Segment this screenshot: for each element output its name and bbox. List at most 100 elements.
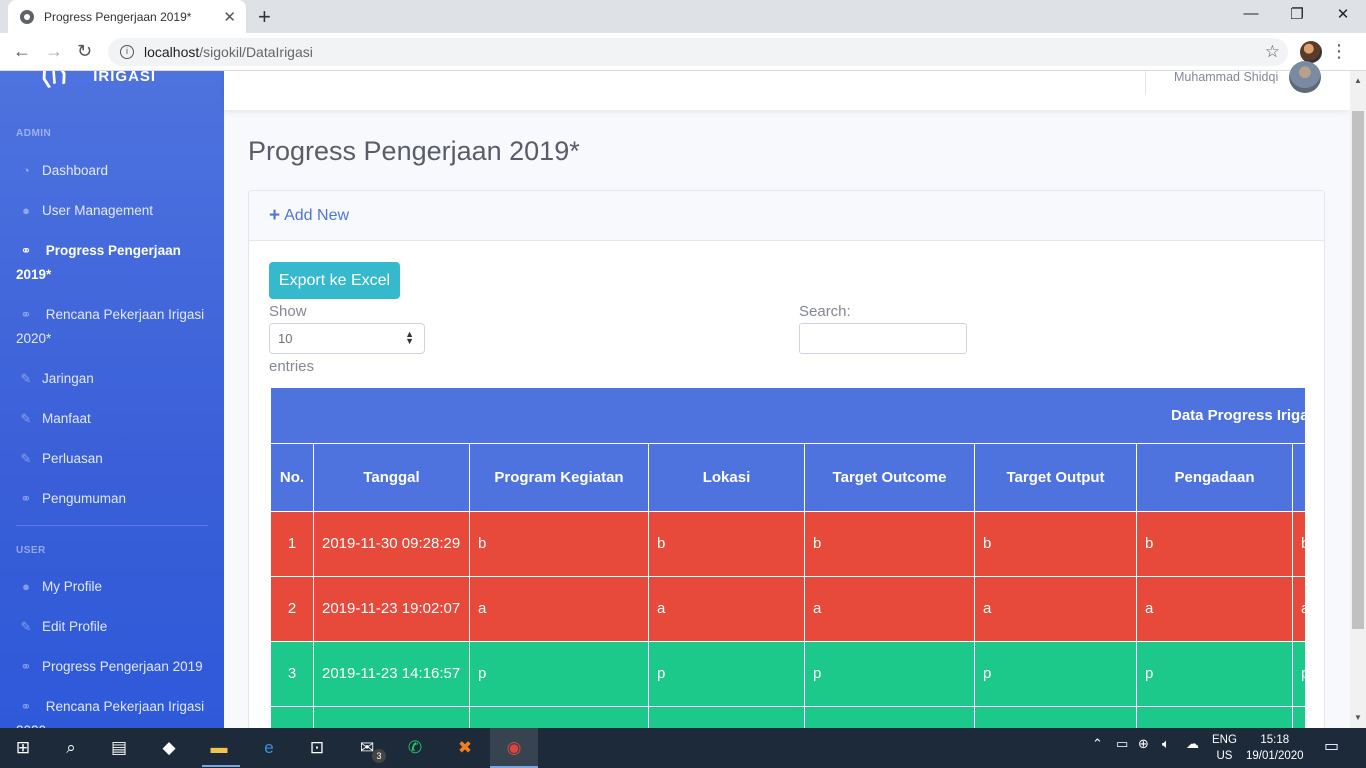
url-field[interactable]: i localhost/sigokil/DataIrigasi xyxy=(108,38,1288,66)
globe-icon xyxy=(20,9,34,24)
data-card: + Add New Export ke Excel Show 10 ▲ ▼ ent… xyxy=(248,190,1325,730)
new-tab-button[interactable]: + xyxy=(258,4,271,30)
cell-tanggal: 2019-11-25 xyxy=(313,706,470,729)
tray-chevron-icon[interactable]: ⌃ xyxy=(1092,736,1103,752)
notification-icon[interactable]: ▭ xyxy=(1324,736,1339,756)
sidebar-item-label: Dashboard xyxy=(42,163,109,178)
page-scrollbar[interactable]: ▲ ▼ xyxy=(1350,71,1366,728)
chrome-icon[interactable]: ◉ xyxy=(501,736,527,760)
table-row: 3 2019-11-23 14:16:57 p p p p p p xyxy=(270,641,1305,707)
sidebar-item-edit-profile[interactable]: ✎ Edit Profile xyxy=(16,615,211,639)
cell-program xyxy=(469,706,649,729)
app-icon[interactable]: ◆ xyxy=(156,736,182,760)
cell-no xyxy=(270,706,314,729)
column-header[interactable]: No. xyxy=(270,443,314,512)
network-icon[interactable]: ⊕ xyxy=(1138,736,1149,752)
sidebar-item-progress-2019-admin[interactable]: ⚭ Progress Pengerjaan 2019* xyxy=(16,239,211,287)
brand-logo-icon: ⟨/⟩ xyxy=(37,71,72,92)
dashboard-icon: ◔ xyxy=(22,163,30,178)
plus-icon[interactable]: + xyxy=(269,205,280,227)
tab-close-icon[interactable]: ✕ xyxy=(223,8,236,26)
handshake-icon: ⚭ xyxy=(20,699,32,714)
column-header[interactable]: Tanggal xyxy=(313,443,470,512)
add-new-link[interactable]: Add New xyxy=(284,207,349,225)
sidebar-item-progress-2019-user[interactable]: ⚭ Progress Pengerjaan 2019 xyxy=(16,655,211,679)
select-arrows-icon: ▲ ▼ xyxy=(405,329,414,346)
table-row: 1 2019-11-30 09:28:29 b b b b b b xyxy=(270,511,1305,577)
sidebar-item-label: My Profile xyxy=(42,579,103,594)
scroll-thumb[interactable] xyxy=(1352,111,1364,629)
user-avatar[interactable] xyxy=(1289,61,1321,93)
entries-select[interactable]: 10 ▲ ▼ xyxy=(269,323,425,354)
whatsapp-icon[interactable]: ✆ xyxy=(402,736,428,760)
sidebar-item-rencana-2020-admin[interactable]: ⚭ Rencana Pekerjaan Irigasi 2020* xyxy=(16,303,211,351)
cell-pengadaan: a xyxy=(1136,576,1293,642)
onedrive-icon[interactable]: ☁ xyxy=(1186,736,1199,752)
close-window-button[interactable]: ✕ xyxy=(1320,5,1366,23)
column-header[interactable]: Pengadaan xyxy=(1136,443,1293,512)
search-label: Search: xyxy=(799,303,851,320)
cell-outcome: p xyxy=(804,641,975,707)
back-button[interactable]: ← xyxy=(13,41,31,62)
reload-button[interactable]: ↻ xyxy=(77,41,92,62)
sidebar-item-dashboard[interactable]: ◔ Dashboard xyxy=(16,159,211,183)
sidebar-item-jaringan[interactable]: ✎ Jaringan xyxy=(16,367,211,391)
edit-icon: ✎ xyxy=(20,451,32,466)
language-indicator[interactable]: ENG US xyxy=(1212,732,1237,764)
column-header[interactable] xyxy=(1291,443,1305,512)
system-clock[interactable]: 15:18 19/01/2020 xyxy=(1246,732,1304,764)
sidebar-item-label: Jaringan xyxy=(42,371,94,386)
xampp-icon[interactable]: ✖ xyxy=(452,736,478,760)
clock-time: 15:18 xyxy=(1260,734,1290,746)
file-explorer-icon[interactable]: ▬ xyxy=(206,736,232,760)
sidebar-item-user-management[interactable]: ● User Management xyxy=(16,199,211,223)
search-icon[interactable]: ⌕ xyxy=(58,736,84,760)
task-view-icon[interactable]: ▤ xyxy=(106,736,132,760)
info-icon[interactable]: i xyxy=(120,45,134,59)
cell-outcome: a xyxy=(804,576,975,642)
store-icon[interactable]: ⊡ xyxy=(304,736,330,760)
browser-tab[interactable]: Progress Pengerjaan 2019* ✕ xyxy=(8,0,246,33)
bookmark-star-icon[interactable]: ☆ xyxy=(1265,42,1280,62)
column-header[interactable]: Program Kegiatan xyxy=(469,443,649,512)
cell-extra xyxy=(1291,706,1305,729)
battery-icon[interactable]: ▭ xyxy=(1116,736,1128,752)
sidebar-item-my-profile[interactable]: ● My Profile xyxy=(16,575,211,599)
scroll-up-icon[interactable]: ▲ xyxy=(1354,76,1362,85)
sidebar-item-rencana-2020-user[interactable]: ⚭ Rencana Pekerjaan Irigasi 2020 xyxy=(16,695,211,728)
forward-button[interactable]: → xyxy=(45,41,63,62)
menu-kebab-icon[interactable]: ⋮ xyxy=(1330,41,1348,62)
sidebar-item-label: Pengumuman xyxy=(42,491,127,506)
lang-top: ENG xyxy=(1212,734,1237,746)
sidebar-item-label: Progress Pengerjaan 2019 xyxy=(42,659,203,674)
scroll-down-icon[interactable]: ▼ xyxy=(1354,713,1362,722)
user-icon: ● xyxy=(22,203,30,218)
sidebar-item-label: Rencana Pekerjaan Irigasi 2020* xyxy=(16,307,205,346)
sidebar-heading-admin: ADMIN xyxy=(16,128,52,139)
volume-icon[interactable]: 🔈︎ xyxy=(1162,736,1170,752)
sidebar-item-perluasan[interactable]: ✎ Perluasan xyxy=(16,447,211,471)
windows-start-icon[interactable]: ⊞ xyxy=(10,736,36,760)
column-header[interactable]: Lokasi xyxy=(648,443,805,512)
profile-avatar[interactable] xyxy=(1300,41,1322,63)
restore-button[interactable]: ❐ xyxy=(1274,5,1320,23)
brand[interactable]: ⟨/⟩ IRIGASI xyxy=(37,71,156,92)
sidebar-item-label: User Management xyxy=(42,203,154,218)
table-row: 2 2019-11-23 19:02:07 a a a a a a xyxy=(270,576,1305,642)
edge-icon[interactable]: e xyxy=(256,736,282,760)
column-header[interactable]: Target Output xyxy=(974,443,1137,512)
cell-lokasi xyxy=(648,706,805,729)
handshake-icon: ⚭ xyxy=(20,243,32,258)
search-input[interactable] xyxy=(799,323,967,354)
minimize-button[interactable]: — xyxy=(1228,5,1274,22)
table-container: Data Progress Irigasi No. Tanggal Progra… xyxy=(270,387,1305,729)
sidebar-item-manfaat[interactable]: ✎ Manfaat xyxy=(16,407,211,431)
sidebar-item-pengumuman[interactable]: ⚭ Pengumuman xyxy=(16,487,211,511)
export-excel-button[interactable]: Export ke Excel xyxy=(269,262,400,299)
user-name[interactable]: Muhammad Shidqi xyxy=(1174,70,1278,84)
cell-outcome xyxy=(804,706,975,729)
column-header[interactable]: Target Outcome xyxy=(804,443,975,512)
cell-lokasi: b xyxy=(648,511,805,577)
cell-no: 1 xyxy=(270,511,314,577)
cell-tanggal: 2019-11-30 09:28:29 xyxy=(313,511,470,577)
